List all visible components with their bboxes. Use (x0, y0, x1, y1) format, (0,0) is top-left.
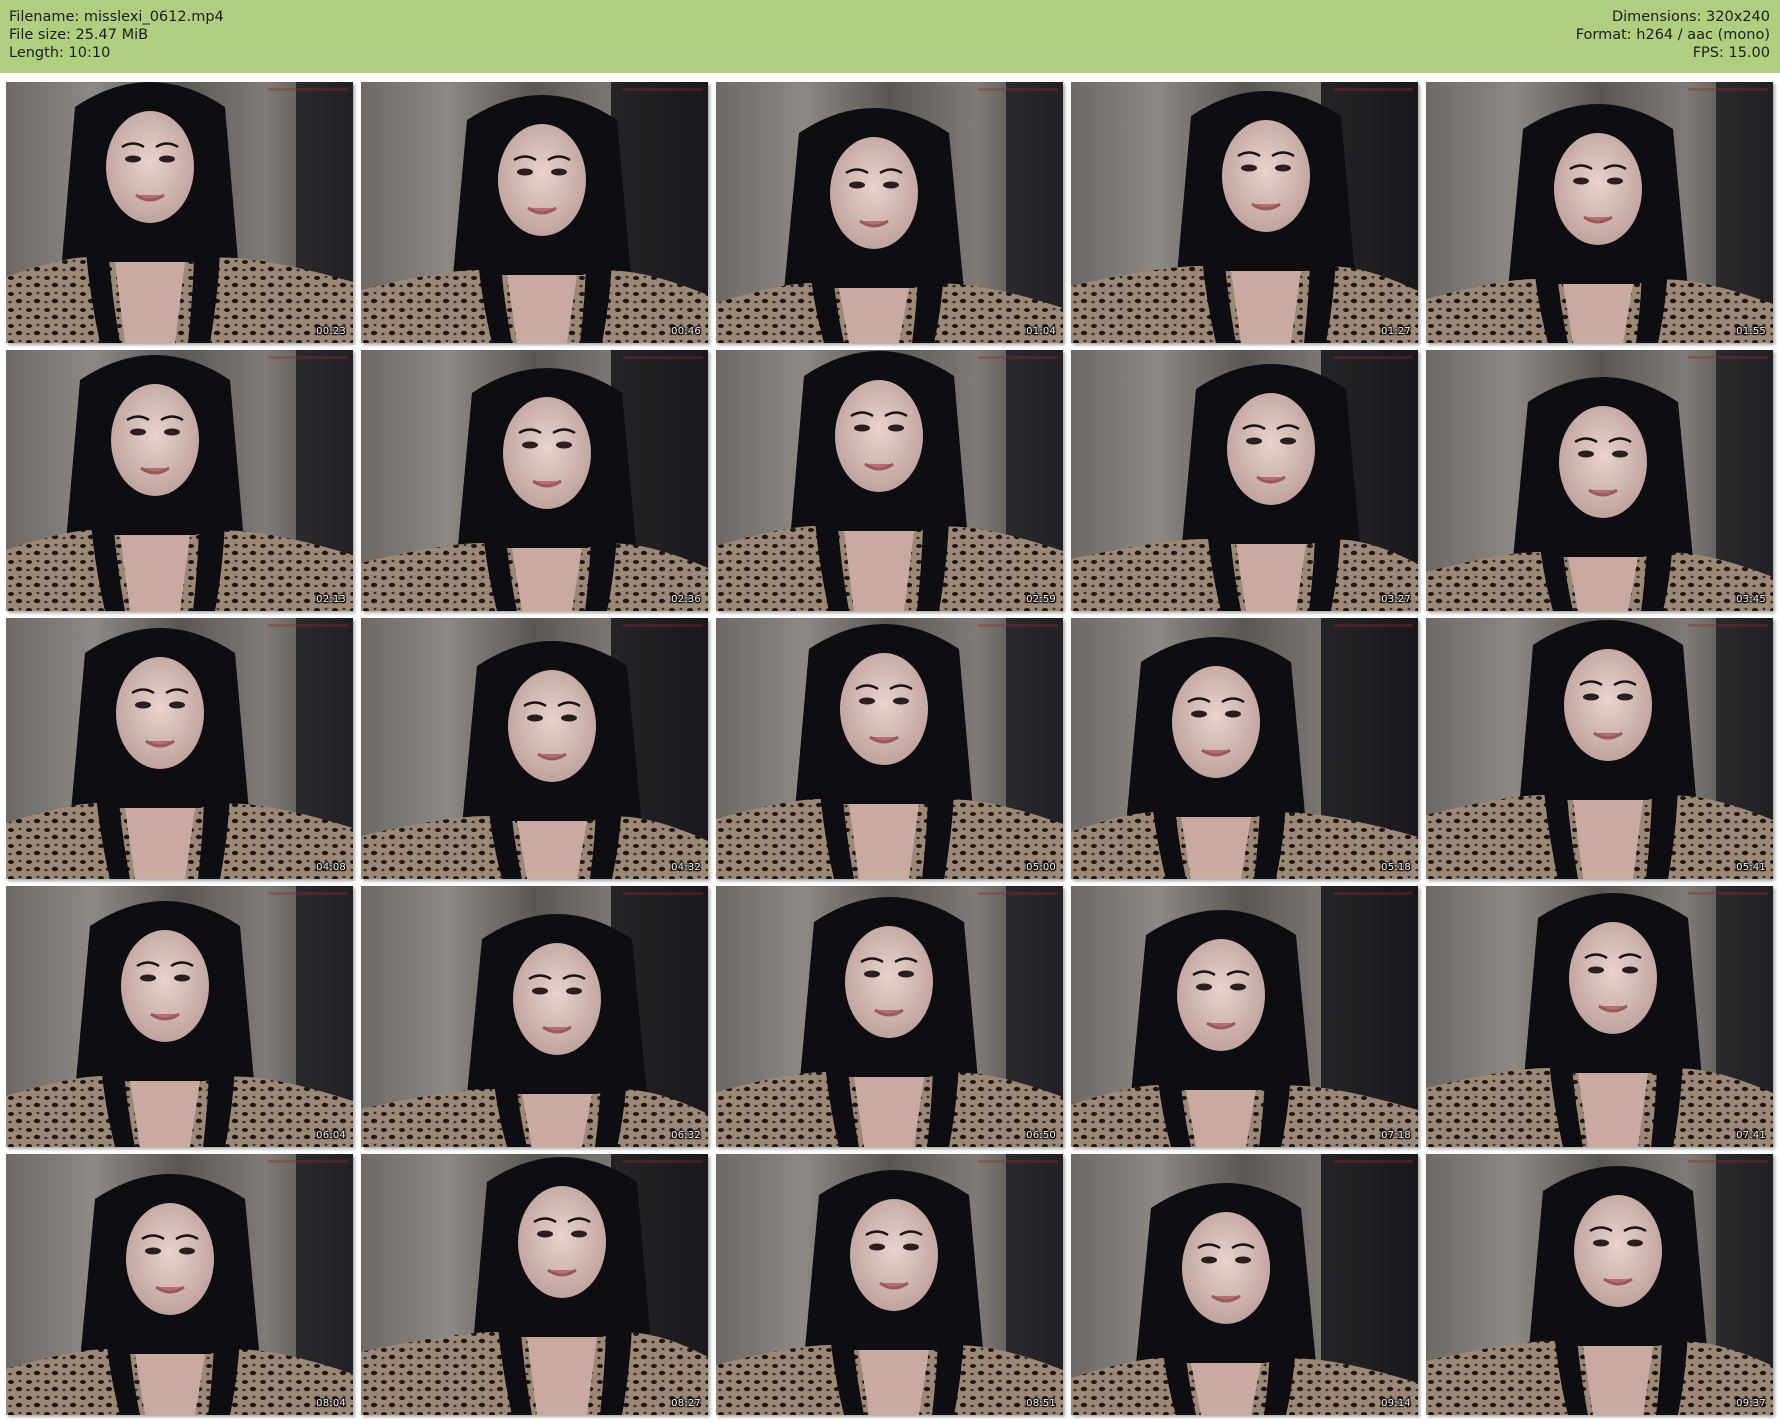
thumbnail-timestamp: 04:32 (671, 862, 701, 873)
thumbnail-frame: 01:27 (1071, 82, 1418, 343)
thumbnail-frame: 08:27 (361, 1154, 708, 1415)
video-frame-image (1426, 1154, 1773, 1415)
video-frame-image (716, 886, 1063, 1147)
thumbnail-frame: 07:18 (1071, 886, 1418, 1147)
video-frame-image (361, 618, 708, 879)
thumbnail-timestamp: 09:37 (1736, 1398, 1766, 1409)
thumbnail-frame: 02:13 (6, 350, 353, 611)
thumbnail-frame: 03:45 (1426, 350, 1773, 611)
video-frame-image (1426, 618, 1773, 879)
thumbnail-frame: 08:04 (6, 1154, 353, 1415)
thumbnail-timestamp: 05:41 (1736, 862, 1766, 873)
thumbnail-timestamp: 06:50 (1026, 1130, 1056, 1141)
video-frame-image (1426, 886, 1773, 1147)
video-frame-image (1071, 350, 1418, 611)
video-frame-image (716, 82, 1063, 343)
video-frame-image (1071, 618, 1418, 879)
file-info-left: Filename: misslexi_0612.mp4 File size: 2… (9, 8, 224, 62)
thumbnail-timestamp: 07:41 (1736, 1130, 1766, 1141)
thumbnail-frame: 09:14 (1071, 1154, 1418, 1415)
thumbnail-grid: 00:23 00:46 01:04 01:27 01:55 02:13 02:36 02:59… (6, 82, 1773, 1415)
video-frame-image (6, 350, 353, 611)
thumbnail-timestamp: 02:36 (671, 594, 701, 605)
thumbnail-frame: 05:18 (1071, 618, 1418, 879)
thumbnail-timestamp: 06:32 (671, 1130, 701, 1141)
video-frame-image (6, 1154, 353, 1415)
filesize-text: File size: 25.47 MiB (9, 27, 149, 43)
video-frame-image (361, 1154, 708, 1415)
video-frame-image (6, 82, 353, 343)
thumbnail-timestamp: 04:08 (316, 862, 346, 873)
thumbnail-timestamp: 05:18 (1381, 862, 1411, 873)
thumbnail-frame: 04:08 (6, 618, 353, 879)
thumbnail-frame: 05:41 (1426, 618, 1773, 879)
thumbnail-timestamp: 08:51 (1026, 1398, 1056, 1409)
video-frame-image (716, 350, 1063, 611)
thumbnail-timestamp: 03:45 (1736, 594, 1766, 605)
video-frame-image (1426, 82, 1773, 343)
length-text: Length: 10:10 (9, 45, 111, 61)
video-frame-image (361, 350, 708, 611)
thumbnail-timestamp: 02:59 (1026, 594, 1056, 605)
video-frame-image (716, 1154, 1063, 1415)
thumbnail-frame: 01:55 (1426, 82, 1773, 343)
thumbnail-frame: 06:32 (361, 886, 708, 1147)
thumbnail-frame: 00:46 (361, 82, 708, 343)
thumbnail-timestamp: 00:46 (671, 326, 701, 337)
video-frame-image (361, 886, 708, 1147)
thumbnail-timestamp: 02:13 (316, 594, 346, 605)
thumbnail-timestamp: 01:55 (1736, 326, 1766, 337)
thumbnail-frame: 04:32 (361, 618, 708, 879)
thumbnail-frame: 06:50 (716, 886, 1063, 1147)
thumbnail-frame: 00:23 (6, 82, 353, 343)
file-info-right: Dimensions: 320x240 Format: h264 / aac (… (1576, 8, 1770, 62)
thumbnail-timestamp: 06:04 (316, 1130, 346, 1141)
filename-text: Filename: misslexi_0612.mp4 (9, 9, 224, 25)
thumbnail-timestamp: 03:27 (1381, 594, 1411, 605)
info-header: Filename: misslexi_0612.mp4 File size: 2… (0, 0, 1780, 73)
thumbnail-timestamp: 01:27 (1381, 326, 1411, 337)
video-frame-image (6, 618, 353, 879)
thumbnail-frame: 06:04 (6, 886, 353, 1147)
thumbnail-timestamp: 07:18 (1381, 1130, 1411, 1141)
thumbnail-timestamp: 00:23 (316, 326, 346, 337)
thumbnail-timestamp: 08:04 (316, 1398, 346, 1409)
video-frame-image (716, 618, 1063, 879)
thumbnail-timestamp: 09:14 (1381, 1398, 1411, 1409)
video-frame-image (1426, 350, 1773, 611)
thumbnail-timestamp: 01:04 (1026, 326, 1056, 337)
thumbnail-frame: 09:37 (1426, 1154, 1773, 1415)
thumbnail-timestamp: 08:27 (671, 1398, 701, 1409)
format-text: Format: h264 / aac (mono) (1575, 27, 1770, 43)
thumbnail-frame: 01:04 (716, 82, 1063, 343)
thumbnail-frame: 02:59 (716, 350, 1063, 611)
thumbnail-frame: 05:00 (716, 618, 1063, 879)
video-frame-image (1071, 82, 1418, 343)
thumbnail-frame: 02:36 (361, 350, 708, 611)
video-frame-image (1071, 886, 1418, 1147)
video-frame-image (1071, 1154, 1418, 1415)
thumbnail-timestamp: 05:00 (1026, 862, 1056, 873)
fps-text: FPS: 15.00 (1692, 45, 1770, 61)
dimensions-text: Dimensions: 320x240 (1611, 9, 1770, 25)
thumbnail-frame: 03:27 (1071, 350, 1418, 611)
video-frame-image (6, 886, 353, 1147)
thumbnail-frame: 08:51 (716, 1154, 1063, 1415)
video-frame-image (361, 82, 708, 343)
thumbnail-frame: 07:41 (1426, 886, 1773, 1147)
